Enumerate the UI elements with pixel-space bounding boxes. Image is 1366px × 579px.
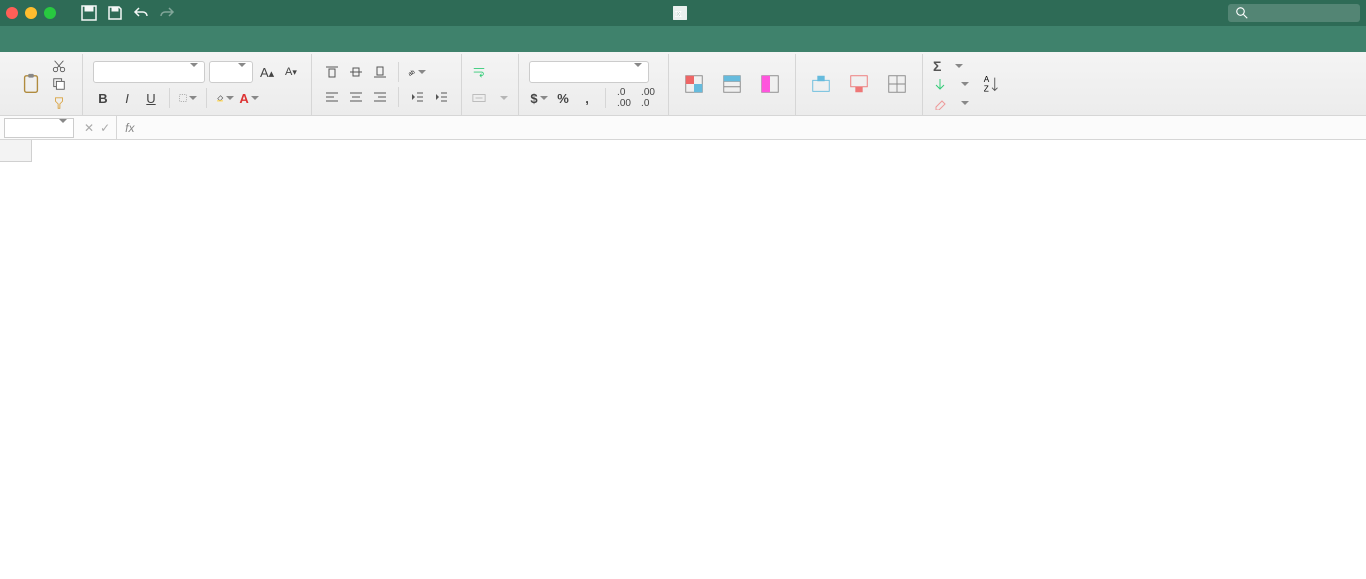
menu-tabs (0, 26, 1366, 52)
decrease-font-icon[interactable]: A▾ (281, 62, 301, 82)
increase-indent-icon[interactable] (431, 87, 451, 107)
fx-label[interactable]: fx (125, 121, 134, 135)
number-format-select[interactable] (529, 61, 649, 83)
search-sheet[interactable] (1228, 4, 1360, 22)
paste-button[interactable] (16, 58, 46, 111)
svg-text:Z: Z (984, 84, 989, 93)
delete-cells-button[interactable] (844, 58, 874, 111)
group-clipboard (6, 54, 83, 115)
autosum-button[interactable]: Σ (933, 58, 969, 74)
fill-button[interactable] (933, 76, 969, 92)
bold-button[interactable]: B (93, 88, 113, 108)
svg-text:x: x (676, 9, 682, 20)
undo-icon[interactable] (133, 5, 149, 21)
align-bottom-icon[interactable] (370, 62, 390, 82)
align-right-icon[interactable] (370, 87, 390, 107)
autosave-icon[interactable] (81, 5, 97, 21)
copy-button[interactable] (52, 76, 72, 92)
group-number: $ % , .0.00 .00.0 (519, 54, 669, 115)
group-editing: Σ AZ (923, 54, 1017, 115)
decrease-decimal-icon[interactable]: .00.0 (638, 88, 658, 108)
decrease-indent-icon[interactable] (407, 87, 427, 107)
underline-button[interactable]: U (141, 88, 161, 108)
orientation-button[interactable]: ab (407, 62, 427, 82)
group-styles (669, 54, 796, 115)
group-cells (796, 54, 923, 115)
group-wrap-merge (462, 54, 519, 115)
format-painter-button[interactable] (52, 95, 72, 111)
fill-color-button[interactable] (215, 88, 235, 108)
wrap-text-button[interactable] (472, 63, 508, 81)
currency-button[interactable]: $ (529, 88, 549, 108)
clear-button[interactable] (933, 95, 969, 111)
insert-cells-button[interactable] (806, 58, 836, 111)
svg-text:A: A (984, 75, 990, 84)
spreadsheet-grid[interactable] (0, 140, 1366, 162)
confirm-formula[interactable]: ✓ (100, 121, 110, 135)
font-color-button[interactable]: A (239, 88, 259, 108)
comma-button[interactable]: , (577, 88, 597, 108)
maximize-window[interactable] (44, 7, 56, 19)
svg-text:ab: ab (408, 69, 416, 77)
redo-icon[interactable] (159, 5, 175, 21)
font-name-select[interactable] (93, 61, 205, 83)
window-controls (6, 7, 56, 19)
name-box[interactable] (4, 118, 74, 138)
formula-bar: ✕ ✓ fx (0, 116, 1366, 140)
merge-center-button[interactable] (472, 89, 508, 107)
align-left-icon[interactable] (322, 87, 342, 107)
group-alignment: ab (312, 54, 462, 115)
cancel-formזdata-interactable[interactable]: ✕ (84, 121, 94, 135)
align-center-icon[interactable] (346, 87, 366, 107)
align-top-icon[interactable] (322, 62, 342, 82)
format-as-table-button[interactable] (717, 58, 747, 111)
ribbon: A▴ A▾ B I U A ab (0, 52, 1366, 116)
percent-button[interactable]: % (553, 88, 573, 108)
conditional-formatting-button[interactable] (679, 58, 709, 111)
borders-button[interactable] (178, 88, 198, 108)
format-cells-button[interactable] (882, 58, 912, 111)
save-icon[interactable] (107, 5, 123, 21)
increase-font-icon[interactable]: A▴ (257, 62, 277, 82)
close-window[interactable] (6, 7, 18, 19)
cut-button[interactable] (52, 58, 72, 74)
italic-button[interactable]: I (117, 88, 137, 108)
group-font: A▴ A▾ B I U A (83, 54, 312, 115)
align-middle-icon[interactable] (346, 62, 366, 82)
search-input[interactable] (1252, 6, 1352, 20)
increase-decimal-icon[interactable]: .0.00 (614, 88, 634, 108)
select-all-corner[interactable] (0, 140, 32, 162)
font-size-select[interactable] (209, 61, 253, 83)
titlebar: x (0, 0, 1366, 26)
cell-styles-button[interactable] (755, 58, 785, 111)
document-title: x (673, 6, 693, 20)
sort-filter-button[interactable]: AZ (977, 58, 1007, 111)
minimize-window[interactable] (25, 7, 37, 19)
